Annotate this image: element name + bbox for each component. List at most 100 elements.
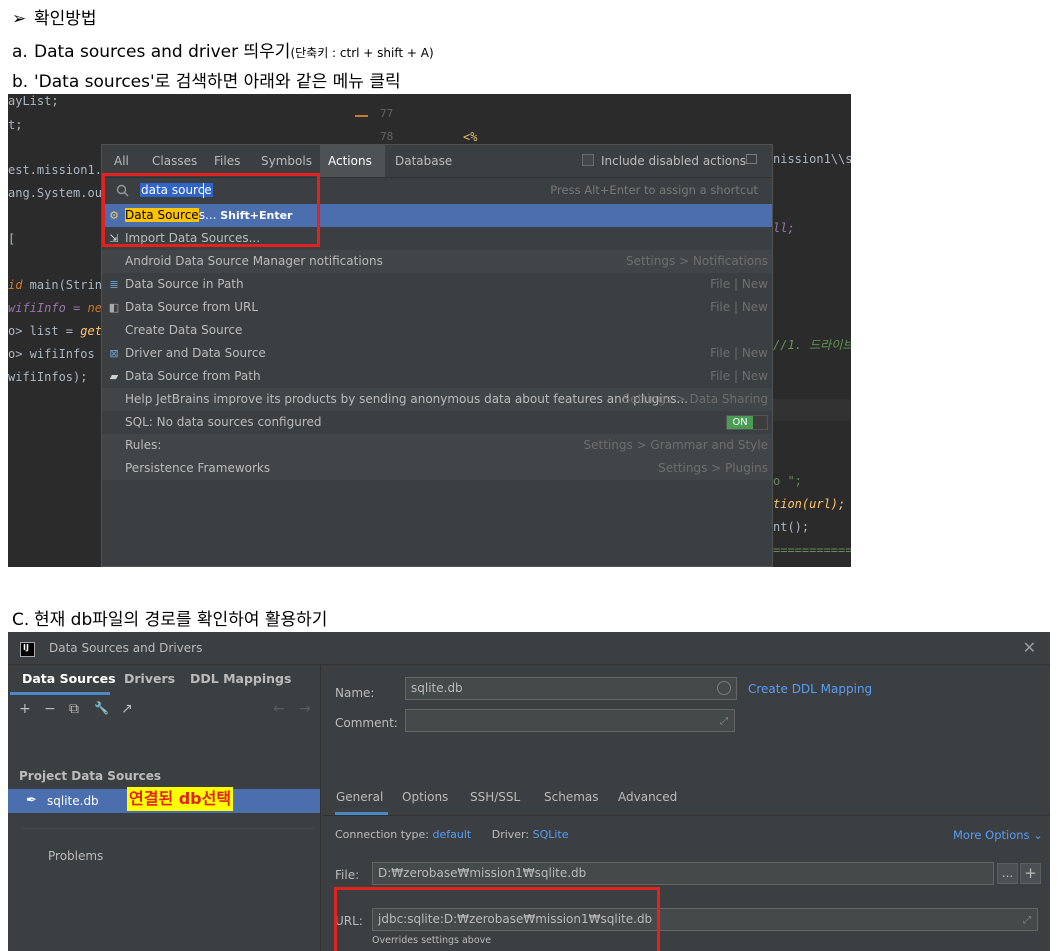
tab-ssh-ssl[interactable]: SSH/SSL <box>470 790 520 804</box>
code-line: t; <box>8 118 23 132</box>
result-label: Android Data Source Manager notification… <box>125 254 383 268</box>
highlight-box <box>102 173 320 247</box>
forward-arrow-icon[interactable]: → <box>299 701 311 717</box>
result-data-source-from-url[interactable]: ◧ Data Source from URL File | New <box>102 296 772 319</box>
close-icon[interactable]: ✕ <box>1023 638 1036 657</box>
tab-drivers[interactable]: Drivers <box>124 671 175 686</box>
result-persistence-frameworks[interactable]: Persistence Frameworks Settings > Plugin… <box>102 457 772 480</box>
right-pane: Name: sqlite.db Create DDL Mapping Comme… <box>322 665 1050 951</box>
tab-schemas[interactable]: Schemas <box>544 790 599 804</box>
result-data-source-from-path[interactable]: ▰ Data Source from Path File | New <box>102 365 772 388</box>
code-line: o> list = getA <box>8 324 110 338</box>
comment-field[interactable]: ⤢ <box>405 709 735 732</box>
left-pane: Data Sources Drivers DDL Mappings + − ⧉ … <box>8 665 321 951</box>
step-b-marker: b. <box>12 72 29 92</box>
problems-item[interactable]: Problems <box>48 849 103 863</box>
tab-actions[interactable]: Actions <box>320 145 385 177</box>
tab-ddl-mappings[interactable]: DDL Mappings <box>190 671 291 686</box>
result-location: File | New <box>710 277 768 291</box>
file-path-field[interactable]: D:₩zerobase₩mission1₩sqlite.db <box>372 862 994 885</box>
step-a: a. Data sources and driver 띄우기(단축키 : ctrl… <box>12 37 434 62</box>
annotation-label: 연결된 db선택 <box>127 787 234 811</box>
result-label: Data Source in Path <box>125 277 244 291</box>
result-data-source-in-path[interactable]: ≣ Data Source in Path File | New <box>102 273 772 296</box>
result-help-jetbrains[interactable]: Help JetBrains improve its products by s… <box>102 388 772 411</box>
code-line: ll; <box>773 221 795 235</box>
result-label: Persistence Frameworks <box>125 461 271 475</box>
step-b: b. 'Data sources'로 검색하면 아래와 같은 메뉴 클릭 <box>12 67 401 92</box>
file-label: File: <box>335 868 360 882</box>
result-label: Data Source from URL <box>125 300 259 314</box>
remove-icon[interactable]: − <box>44 701 56 717</box>
add-file-button[interactable]: + <box>1020 863 1041 884</box>
sql-toggle[interactable]: ON <box>726 415 768 430</box>
code-line: wifiInfos); <box>8 370 88 384</box>
wrench-icon[interactable]: 🔧 <box>94 701 109 715</box>
line-number: 77 <box>380 107 394 120</box>
data-source-name: sqlite.db <box>47 794 99 808</box>
heading-line: ➢ 확인방법 <box>12 4 97 29</box>
code-line: ang.System.out <box>8 186 110 200</box>
add-icon[interactable]: + <box>19 701 31 717</box>
tab-advanced[interactable]: Advanced <box>618 790 677 804</box>
highlight-box <box>334 887 660 951</box>
result-create-data-source[interactable]: Create Data Source <box>102 319 772 342</box>
preview-toggle-icon[interactable] <box>746 154 757 164</box>
result-label: Data Source from Path <box>125 369 261 383</box>
result-label: Help JetBrains improve its products by s… <box>125 392 688 406</box>
step-c-marker: C. <box>12 610 30 630</box>
data-sources-dialog-screenshot: IJ Data Sources and Drivers ✕ Data Sourc… <box>8 632 1050 951</box>
include-disabled-checkbox[interactable] <box>582 154 594 166</box>
url-icon: ◧ <box>108 301 120 314</box>
tab-data-sources[interactable]: Data Sources <box>22 671 116 686</box>
result-location: File | New <box>710 346 768 360</box>
result-label: Driver and Data Source <box>125 346 266 360</box>
code-line: nt(); <box>773 520 810 534</box>
line-number: 78 <box>380 130 394 143</box>
include-disabled-label: Include disabled actions <box>601 154 747 168</box>
step-a-note: (단축키 : ctrl + shift + A) <box>290 46 434 60</box>
tab-options[interactable]: Options <box>402 790 448 804</box>
driver-label: Driver: <box>491 828 530 841</box>
tab-general[interactable]: General <box>336 790 383 804</box>
code-line: o> wifiInfos = <box>8 347 110 361</box>
tab-database[interactable]: Database <box>387 145 460 177</box>
intellij-logo-icon: IJ <box>20 642 35 657</box>
jump-to-source-icon[interactable]: ↗ <box>121 701 133 717</box>
create-ddl-mapping-link[interactable]: Create DDL Mapping <box>748 682 872 696</box>
name-field[interactable]: sqlite.db <box>405 677 737 700</box>
step-a-marker: a. <box>12 42 28 62</box>
expand-icon[interactable]: ⤢ <box>720 711 728 731</box>
code-line: id main(String <box>8 278 110 292</box>
result-location: File | New <box>710 300 768 314</box>
dialog-titlebar: IJ Data Sources and Drivers ✕ <box>8 632 1050 665</box>
settings-tabs: General Options SSH/SSL Schemas Advanced <box>322 779 1050 816</box>
heading-text: 확인방법 <box>34 9 97 29</box>
more-options-link[interactable]: More Options ⌄ <box>953 828 1043 842</box>
arrow-bullet-icon: ➢ <box>12 9 27 29</box>
browse-button[interactable]: ... <box>997 863 1018 884</box>
active-tab-indicator <box>10 692 110 695</box>
toggle-on-label: ON <box>727 416 753 429</box>
result-location: Settings > Plugins <box>658 461 768 475</box>
color-circle-icon[interactable] <box>717 681 731 695</box>
expand-icon[interactable]: ⤢ <box>1023 910 1031 930</box>
copy-icon[interactable]: ⧉ <box>69 701 79 717</box>
connection-type-link[interactable]: default <box>433 828 472 841</box>
code-line: nission1\\sc <box>773 152 851 166</box>
code-line: =========== <box>773 543 851 557</box>
find-action-screenshot: ayList; t; est.mission1.A ang.System.out… <box>8 94 851 567</box>
folder-icon: ▰ <box>109 370 119 383</box>
result-location: Settings > Notifications <box>625 254 768 268</box>
code-comment: //1. 드라이브 <box>773 338 851 352</box>
code-line: wifiInfo = new <box>8 301 110 315</box>
result-android-notifications[interactable]: Android Data Source Manager notification… <box>102 250 772 273</box>
connection-info: Connection type: default Driver: SQLite <box>335 828 569 841</box>
result-rules[interactable]: Rules: Settings > Grammar and Style <box>102 434 772 457</box>
result-sql-no-data-sources[interactable]: SQL: No data sources configured ON <box>102 411 772 434</box>
back-arrow-icon[interactable]: ← <box>273 701 285 717</box>
result-driver-and-data-source[interactable]: ⊠ Driver and Data Source File | New <box>102 342 772 365</box>
driver-link[interactable]: SQLite <box>533 828 569 841</box>
result-label: Create Data Source <box>125 323 243 337</box>
step-a-text: Data sources and driver 띄우기 <box>34 42 291 62</box>
